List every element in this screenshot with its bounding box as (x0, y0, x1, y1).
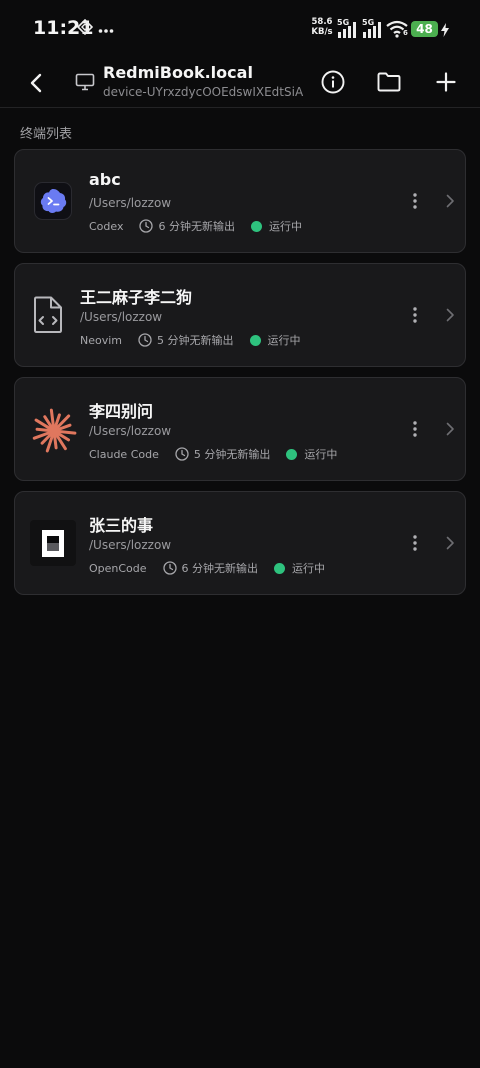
monitor-icon (74, 71, 96, 93)
chevron-right-icon (446, 194, 454, 208)
network-speed: 58.6 KB/s (311, 17, 333, 37)
codex-icon (34, 182, 72, 220)
terminal-meta: Codex 6 分钟无新输出 运行中 (89, 218, 302, 234)
claude-icon (30, 407, 78, 455)
clock-icon (175, 447, 189, 461)
status-text: 运行中 (292, 562, 326, 575)
charging-icon (441, 22, 449, 41)
back-arrow-icon (30, 73, 42, 93)
more-options-icon[interactable] (412, 420, 418, 438)
terminal-card[interactable]: 李四别问 /Users/lozzow Claude Code 5 分钟无新输出 … (14, 377, 466, 481)
terminal-path: /Users/lozzow (89, 424, 172, 438)
folder-icon (377, 72, 401, 92)
add-terminal-button[interactable] (431, 67, 461, 97)
more-options-icon[interactable] (412, 192, 418, 210)
idle-text: 5 分钟无新输出 (157, 334, 234, 347)
plus-icon (436, 72, 456, 92)
tool-name: Claude Code (89, 447, 159, 461)
terminal-path: /Users/lozzow (89, 538, 172, 552)
status-text: 运行中 (304, 448, 338, 461)
tool-name: Codex (89, 219, 124, 233)
more-notifications-icon (98, 21, 114, 40)
idle-text: 6 分钟无新输出 (181, 562, 259, 575)
running-status-dot (249, 334, 261, 346)
app-header: RedmiBook.local device-UYrxzdycOOEdswIXE… (0, 58, 480, 108)
code-file-icon (31, 296, 65, 334)
status-text: 运行中 (268, 220, 302, 233)
battery-indicator: 48 (411, 21, 438, 37)
status-text: 运行中 (267, 334, 301, 347)
device-title: RedmiBook.local (103, 63, 253, 82)
terminal-meta: Claude Code 5 分钟无新输出 运行中 (89, 446, 337, 462)
idle-text: 5 分钟无新输出 (193, 448, 271, 461)
running-status-dot (250, 220, 262, 232)
opencode-icon (30, 520, 76, 566)
terminal-meta: Neovim 5 分钟无新输出 运行中 (80, 332, 301, 348)
terminal-card[interactable]: 张三的事 /Users/lozzow OpenCode 6 分钟无新输出 运行中 (14, 491, 466, 595)
section-label: 终端列表 (20, 127, 73, 142)
device-id: device-UYrxzdycOOEdswIXEdtSiA (103, 85, 304, 99)
running-status-dot (274, 562, 286, 574)
status-bar: 11:21 58.6 KB/s 5G 5G 6 48 (0, 0, 480, 58)
terminal-name: 王二麻子李二狗 (80, 288, 193, 307)
terminal-path: /Users/lozzow (89, 196, 172, 210)
idle-text: 6 分钟无新输出 (158, 220, 235, 233)
info-icon (321, 70, 345, 94)
back-button[interactable] (22, 69, 50, 97)
diamond-app-icon (76, 18, 94, 39)
terminal-meta: OpenCode 6 分钟无新输出 运行中 (89, 560, 325, 576)
terminal-card[interactable]: 王二麻子李二狗 /Users/lozzow Neovim 5 分钟无新输出 运行… (14, 263, 466, 367)
terminal-name: 李四别问 (89, 402, 154, 421)
terminal-name: 张三的事 (89, 516, 154, 535)
folder-button[interactable] (374, 67, 404, 97)
info-button[interactable] (318, 67, 348, 97)
clock-icon (138, 333, 152, 347)
chevron-right-icon (446, 536, 454, 550)
terminal-path: /Users/lozzow (80, 310, 163, 324)
tool-name: Neovim (80, 333, 123, 347)
clock-icon (162, 561, 177, 575)
wifi-icon: 6 (386, 20, 408, 42)
more-options-icon[interactable] (412, 534, 418, 552)
terminal-card[interactable]: abc /Users/lozzow Codex 6 分钟无新输出 运行中 (14, 149, 466, 253)
chevron-right-icon (446, 422, 454, 436)
clock-icon (139, 219, 154, 233)
terminal-name: abc (89, 170, 121, 189)
more-options-icon[interactable] (412, 306, 418, 324)
running-status-dot (286, 448, 298, 460)
tool-name: OpenCode (89, 561, 147, 575)
chevron-right-icon (446, 308, 454, 322)
